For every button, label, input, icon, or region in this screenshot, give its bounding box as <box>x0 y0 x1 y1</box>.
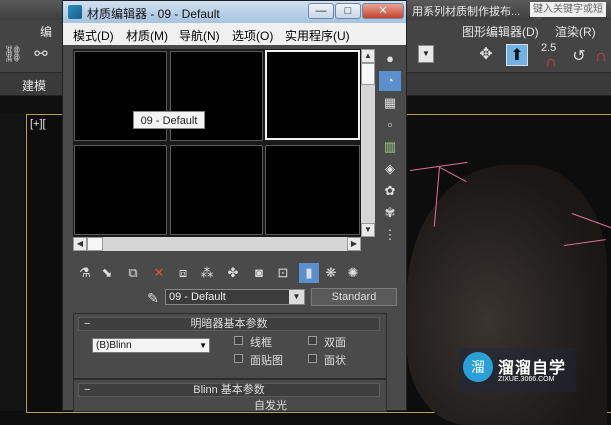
ribbon-tab-modeling[interactable]: 建模 <box>22 77 46 94</box>
assign-material-icon[interactable]: ⧉ <box>123 263 143 283</box>
watermark: 溜 溜溜自学 ZIXUE.3066.COM <box>458 348 576 392</box>
make-unique-icon[interactable]: ⁂ <box>197 263 217 283</box>
search-input[interactable]: 键入关键字或短语 <box>530 2 606 30</box>
material-editor-toolbar: ⚗ ⬊ ⧉ ✕ ⧈ ⁂ ✤ ◙ ⊡ ▮ ❋ ✺ <box>73 263 403 283</box>
make-material-copy-icon[interactable]: ⧈ <box>173 263 193 283</box>
minimize-button[interactable]: — <box>308 3 334 19</box>
collapse-icon[interactable]: − <box>84 318 90 330</box>
menu-navigation[interactable]: 导航(N) <box>179 27 220 44</box>
video-color-check-icon[interactable]: ▥ <box>379 137 401 157</box>
sample-slot-toolbar: ● ◔ ▦ ▫ ▥ ◈ ✿ ✾ ⋮ <box>377 49 405 254</box>
blinn-basic-parameters-rollout: − Blinn 基本参数 自发光 <box>73 379 387 412</box>
face-map-checkbox[interactable] <box>234 354 243 363</box>
sample-slot[interactable] <box>170 145 263 235</box>
close-button[interactable]: ✕ <box>362 3 404 19</box>
two-sided-checkbox[interactable] <box>308 336 317 345</box>
material-editor-titlebar[interactable]: 材质编辑器 - 09 - Default — □ ✕ <box>63 1 406 23</box>
options-icon[interactable]: ✿ <box>379 181 401 201</box>
go-forward-to-sibling-icon[interactable]: ✺ <box>343 263 363 283</box>
window-title: 材质编辑器 - 09 - Default <box>87 7 220 21</box>
material-name-field[interactable]: 09 - Default ▼ <box>165 289 305 305</box>
backlight-icon[interactable]: ◔ <box>379 71 401 91</box>
spline-line <box>439 167 467 182</box>
go-to-parent-icon[interactable]: ❋ <box>321 263 341 283</box>
app-menu-graph-editors[interactable]: 图形编辑器(D) <box>462 23 539 40</box>
put-to-library-icon[interactable]: ✤ <box>223 263 243 283</box>
watermark-logo-icon: 溜 <box>463 352 493 382</box>
shader-basic-parameters-rollout: − 明暗器基本参数 (B)Blinn ▼ 线框 双面 面贴图 面状 <box>73 313 387 379</box>
scroll-right-icon[interactable]: ▶ <box>347 237 361 251</box>
show-end-result-icon[interactable]: ▮ <box>299 263 319 283</box>
shader-type-value: (B)Blinn <box>96 340 132 351</box>
sample-uv-tiling-icon[interactable]: ▫ <box>379 115 401 135</box>
wire-label: 线框 <box>250 337 272 349</box>
app-icon <box>68 5 82 19</box>
spinner-snap-icon[interactable]: ∩ <box>590 46 611 68</box>
menu-utilities[interactable]: 实用程序(U) <box>285 27 350 44</box>
left-panel <box>0 114 24 411</box>
maximize-button[interactable]: □ <box>335 3 361 19</box>
rollout-title: 明暗器基本参数 <box>190 318 268 330</box>
slots-horizontal-scrollbar[interactable]: ◀ ▶ <box>73 237 361 251</box>
rollout-title: Blinn 基本参数 <box>193 384 265 396</box>
material-id-channel-icon[interactable]: ◙ <box>249 263 269 283</box>
move-icon[interactable]: ✥ <box>475 44 497 66</box>
material-type-button[interactable]: Standard <box>311 288 397 306</box>
two-sided-label: 双面 <box>324 337 346 349</box>
watermark-url: ZIXUE.3066.COM <box>498 376 555 383</box>
collapse-icon[interactable]: − <box>84 384 90 396</box>
pick-material-eyedropper-icon[interactable]: ✎ <box>143 288 163 308</box>
menu-material[interactable]: 材质(M) <box>126 27 168 44</box>
faceted-label: 面状 <box>324 355 346 367</box>
get-material-icon[interactable]: ⚗ <box>75 263 95 283</box>
shader-type-dropdown[interactable]: (B)Blinn ▼ <box>92 338 210 353</box>
reset-map-icon[interactable]: ✕ <box>149 263 169 283</box>
sample-slot-tooltip: 09 - Default <box>133 111 205 129</box>
material-name-value: 09 - Default <box>169 291 226 303</box>
material-map-navigator-icon[interactable]: ⋮ <box>379 225 401 245</box>
angle-snap-icon[interactable]: ∩ <box>540 52 562 74</box>
scroll-thumb[interactable] <box>361 63 375 85</box>
menu-options[interactable]: 选项(O) <box>232 27 273 44</box>
selection-dropdown-arrow-icon[interactable]: ▼ <box>418 45 434 63</box>
watermark-title: 溜溜自学 <box>498 360 567 377</box>
make-preview-icon[interactable]: ◈ <box>379 159 401 179</box>
select-object-icon[interactable]: ⬆ <box>506 44 528 66</box>
slots-vertical-scrollbar[interactable]: ▲ ▼ <box>361 49 375 237</box>
material-editor-window: 材质编辑器 - 09 - Default — □ ✕ 模式(D) 材质(M) 导… <box>62 0 407 412</box>
show-shaded-material-icon[interactable]: ⊡ <box>273 263 293 283</box>
menu-mode[interactable]: 模式(D) <box>73 27 114 44</box>
app-menu-edit[interactable]: 编 <box>40 23 52 40</box>
faceted-checkbox[interactable] <box>308 354 317 363</box>
viewport-label[interactable]: [+][ <box>30 118 46 130</box>
rollout-header[interactable]: − Blinn 基本参数 <box>78 383 380 397</box>
face-map-label: 面贴图 <box>250 355 283 367</box>
sample-slot[interactable] <box>74 145 167 235</box>
chevron-down-icon[interactable]: ▼ <box>199 339 207 352</box>
sample-slot-active[interactable] <box>265 50 360 140</box>
material-editor-menubar: 模式(D) 材质(M) 导航(N) 选项(O) 实用程序(U) <box>63 23 406 45</box>
material-name-row: ✎ 09 - Default ▼ Standard <box>73 288 403 308</box>
background-checker-icon[interactable]: ▦ <box>379 93 401 113</box>
wire-checkbox[interactable] <box>234 336 243 345</box>
scroll-down-icon[interactable]: ▼ <box>361 223 375 237</box>
scroll-up-icon[interactable]: ▲ <box>361 49 375 63</box>
scroll-left-icon[interactable]: ◀ <box>73 237 87 251</box>
sample-type-sphere-icon[interactable]: ● <box>379 49 401 69</box>
sample-slot[interactable] <box>265 145 360 235</box>
select-by-material-icon[interactable]: ✾ <box>379 203 401 223</box>
rollout-header[interactable]: − 明暗器基本参数 <box>78 317 380 331</box>
unlink-icon[interactable]: ⚯ <box>30 44 52 66</box>
sample-slots <box>73 49 361 237</box>
app-title-fragment: 用系列材质制作拔布... <box>412 6 521 18</box>
scroll-thumb[interactable] <box>87 237 103 251</box>
link-icon[interactable]: ⛓ <box>2 44 24 66</box>
put-material-to-scene-icon[interactable]: ⬊ <box>97 263 117 283</box>
chevron-down-icon[interactable]: ▼ <box>289 290 304 304</box>
app-menu-rendering[interactable]: 渲染(R) <box>555 23 596 40</box>
percent-snap-icon[interactable]: ↺ <box>568 46 590 68</box>
